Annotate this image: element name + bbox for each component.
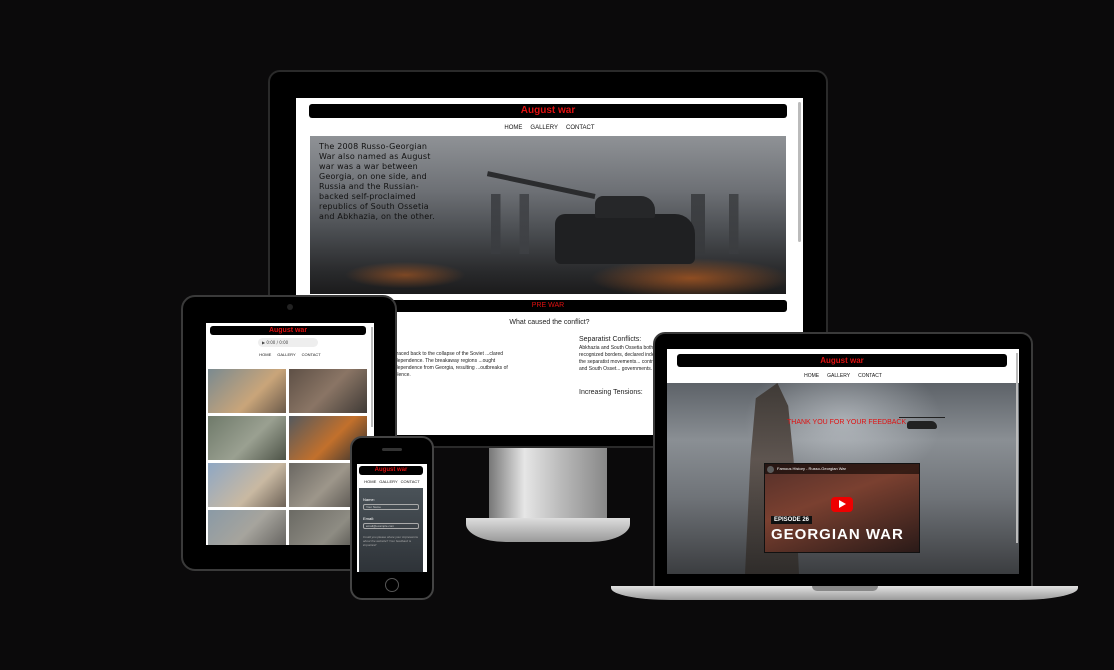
email-field[interactable]: email@example.com: [363, 523, 419, 529]
gallery-image[interactable]: [289, 369, 367, 413]
video-title: Famous History - Russo-Georgian War: [765, 464, 919, 474]
camera-icon: [287, 304, 293, 310]
nav-gallery[interactable]: GALLERY: [277, 352, 295, 357]
play-icon[interactable]: [831, 497, 853, 512]
nav-gallery[interactable]: GALLERY: [827, 373, 850, 379]
video-episode: EPISODE 26: [771, 516, 813, 524]
scrollbar[interactable]: [371, 327, 373, 427]
gallery-image[interactable]: [208, 510, 286, 545]
site-title: August war: [309, 104, 787, 118]
play-icon[interactable]: ▶: [262, 340, 265, 345]
name-label: Name:: [363, 497, 375, 502]
monitor-stand: [489, 448, 607, 522]
nav-contact[interactable]: CONTACT: [566, 125, 595, 131]
contact-form: Name: Your Name Email: email@example.com…: [359, 488, 423, 572]
nav-gallery[interactable]: GALLERY: [379, 479, 397, 484]
scrollbar[interactable]: [798, 102, 801, 242]
laptop-notch: [812, 586, 878, 591]
prewar-column-1: ...traced back to the collapse of the So…: [391, 351, 508, 378]
scrollbar[interactable]: [1016, 353, 1018, 543]
phone: August war HOME GALLERY CONTACT Name: Yo…: [350, 436, 434, 600]
phone-screen: August war HOME GALLERY CONTACT Name: Yo…: [357, 464, 427, 572]
gallery-grid: [208, 369, 368, 545]
audio-time: 0:00 / 0:00: [266, 340, 289, 345]
nav-home[interactable]: HOME: [504, 125, 522, 131]
audio-player[interactable]: ▶ 0:00 / 0:00: [258, 338, 318, 347]
message-field[interactable]: Could you please share your impressions …: [363, 535, 419, 547]
nav-home[interactable]: HOME: [259, 352, 271, 357]
name-field[interactable]: Your Name: [363, 504, 419, 510]
main-nav: HOME GALLERY CONTACT: [667, 373, 1019, 379]
gallery-image[interactable]: [208, 463, 286, 507]
monitor-base: [466, 518, 630, 542]
contact-background-image: THANK YOU FOR YOUR FEEDBACK Famous Histo…: [667, 383, 1019, 574]
site-title: August war: [210, 326, 366, 335]
youtube-video[interactable]: Famous History - Russo-Georgian War EPIS…: [764, 463, 920, 553]
speaker-icon: [382, 448, 402, 451]
laptop: August war HOME GALLERY CONTACT THANK YO…: [653, 332, 1033, 588]
gallery-image[interactable]: [208, 416, 286, 460]
laptop-screen: August war HOME GALLERY CONTACT THANK YO…: [667, 349, 1019, 574]
home-button[interactable]: [385, 578, 399, 592]
nav-home[interactable]: HOME: [804, 373, 819, 379]
hero-tank: [555, 196, 695, 264]
main-nav: HOME GALLERY CONTACT: [357, 479, 427, 484]
nav-contact[interactable]: CONTACT: [401, 479, 420, 484]
helicopter: [899, 417, 945, 429]
main-nav: HOME GALLERY CONTACT: [206, 352, 374, 357]
main-nav: HOME GALLERY CONTACT: [296, 125, 803, 131]
hero-image: The 2008 Russo-Georgian War also named a…: [310, 136, 786, 294]
nav-gallery[interactable]: GALLERY: [530, 125, 558, 131]
site-title: August war: [359, 466, 423, 475]
video-caption: GEORGIAN WAR: [771, 526, 904, 543]
hero-text: The 2008 Russo-Georgian War also named a…: [319, 142, 435, 221]
tablet-screen: August war ▶ 0:00 / 0:00 HOME GALLERY CO…: [206, 323, 374, 545]
gallery-image[interactable]: [208, 369, 286, 413]
feedback-message: THANK YOU FOR YOUR FEEDBACK: [787, 419, 907, 426]
site-title: August war: [677, 354, 1007, 367]
nav-contact[interactable]: CONTACT: [858, 373, 882, 379]
nav-home[interactable]: HOME: [364, 479, 376, 484]
email-label: Email:: [363, 516, 375, 521]
nav-contact[interactable]: CONTACT: [302, 352, 321, 357]
